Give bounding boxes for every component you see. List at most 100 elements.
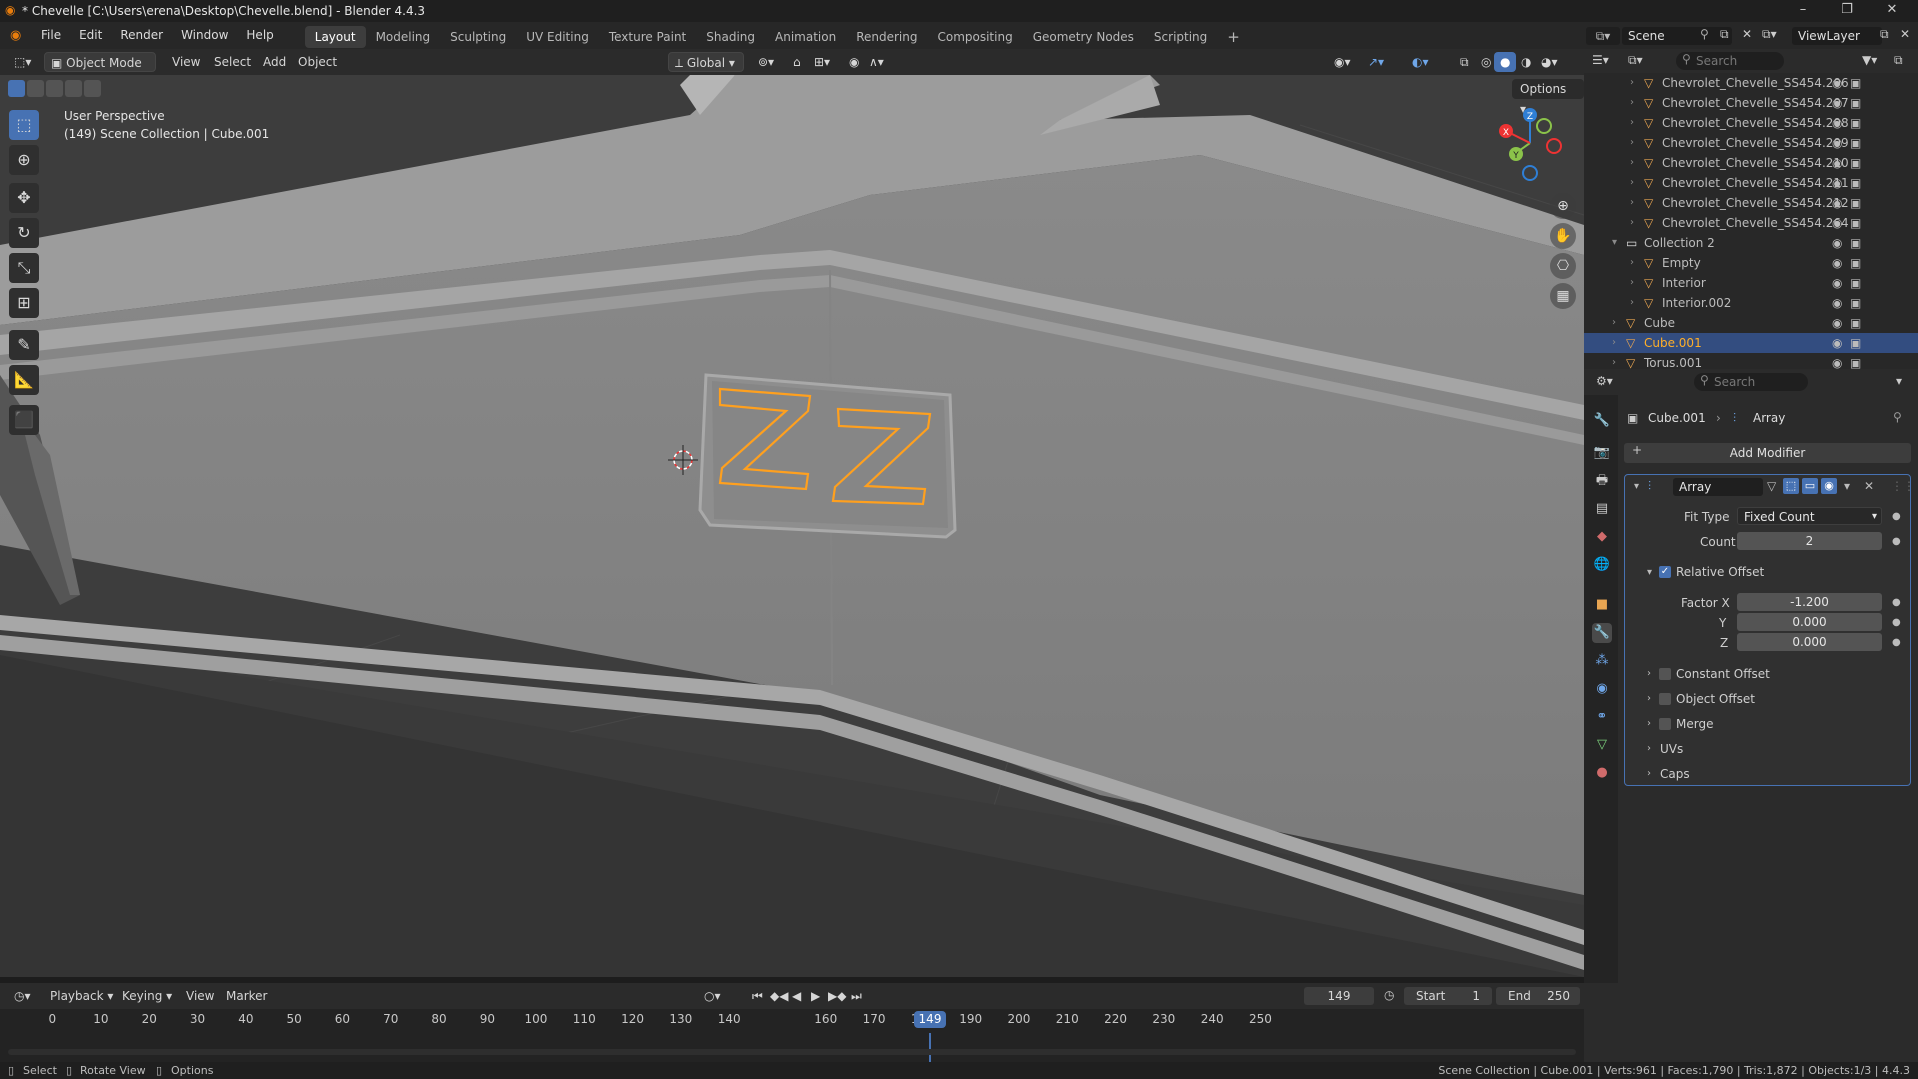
mode-dropdown[interactable]: ▣ Object Mode ▾ [44,52,156,90]
outliner-search-input[interactable]: Search [1676,52,1784,70]
merge-expand-icon[interactable]: › [1647,718,1651,729]
move-tool-icon[interactable]: ✥ [9,183,39,213]
realtime-display-icon[interactable]: ▭ [1802,478,1818,494]
auto-keying-icon[interactable]: ○▾ [698,986,727,1006]
zoom-icon[interactable]: ⊕ [1550,193,1576,219]
workspace-tab-geometry-nodes[interactable]: Geometry Nodes [1023,26,1144,48]
output-tab-icon[interactable]: 🖶 [1592,471,1612,491]
visibility-eye-icon[interactable]: ◉ [1832,113,1842,133]
end-frame-field[interactable]: End 250 [1496,987,1580,1005]
options-dropdown[interactable]: Options ▾ [1512,79,1584,116]
constant-offset-checkbox[interactable] [1659,668,1671,680]
pin-properties-icon[interactable]: ⚲ [1893,410,1902,424]
visibility-icon[interactable]: ◉▾ [1328,52,1357,72]
select-invert-icon[interactable] [65,80,82,97]
drag-handle-icon[interactable]: ⋮⋮ [1891,479,1915,493]
visibility-eye-icon[interactable]: ◉ [1832,193,1842,213]
visibility-eye-icon[interactable]: ◉ [1832,153,1842,173]
render-tab-icon[interactable]: 📷 [1592,443,1612,463]
render-camera-icon[interactable]: ▣ [1850,353,1861,369]
outliner-row[interactable]: › ▽ Chevrolet_Chevelle_SS454.212 ◉ ▣ [1584,193,1918,213]
constraints-tab-icon[interactable]: ⚭ [1592,707,1612,727]
preview-range-icon[interactable]: ◷ [1384,988,1394,1002]
outliner-row[interactable]: › ▽ Chevrolet_Chevelle_SS454.209 ◉ ▣ [1584,133,1918,153]
data-tab-icon[interactable]: ▽ [1592,735,1612,755]
workspace-tab-scripting[interactable]: Scripting [1144,26,1217,48]
expand-arrow-icon[interactable]: › [1630,73,1634,93]
visibility-eye-icon[interactable]: ◉ [1832,233,1842,253]
select-new-icon[interactable] [8,80,25,97]
scene-icon[interactable]: ⧉▾ [1586,27,1620,45]
expand-arrow-icon[interactable]: › [1630,93,1634,113]
view-layer-tab-icon[interactable]: ▤ [1592,499,1612,519]
workspace-tab-modeling[interactable]: Modeling [366,26,441,48]
properties-search-input[interactable]: Search [1694,373,1808,391]
workspace-tab-shading[interactable]: Shading [696,26,765,48]
rendered-shading-icon[interactable]: ◕▾ [1535,52,1564,72]
select-box-tool-icon[interactable]: ⬚ [9,110,39,140]
edit-mode-cage-icon[interactable]: ▽ [1767,479,1776,493]
visibility-eye-icon[interactable]: ◉ [1832,333,1842,353]
menu-object[interactable]: Object [292,52,343,72]
viewlayer-selector[interactable]: ViewLayer [1792,27,1882,45]
world-tab-icon[interactable]: 🌐 [1592,555,1612,575]
factor-y-field[interactable]: 0.000 [1737,613,1882,631]
factor-x-field[interactable]: -1.200 [1737,593,1882,611]
remove-modifier-icon[interactable]: ✕ [1864,479,1874,493]
jump-end-icon[interactable]: ⏭ [845,986,868,1006]
factor-z-keyframe-dot[interactable]: ● [1892,637,1901,648]
delete-viewlayer-icon[interactable]: ✕ [1900,27,1910,41]
blender-menu-icon[interactable]: ◉ [10,28,32,43]
fit-type-keyframe-dot[interactable]: ● [1892,511,1901,522]
outliner-row[interactable]: › ▽ Chevrolet_Chevelle_SS454.264 ◉ ▣ [1584,213,1918,233]
display-mode-icon[interactable]: ⧉▾ [1628,53,1643,68]
minimize-icon[interactable]: – [1783,0,1823,22]
object-offset-checkbox[interactable] [1659,693,1671,705]
visibility-eye-icon[interactable]: ◉ [1832,93,1842,113]
add-modifier-button[interactable]: Add Modifier [1624,443,1911,463]
visibility-eye-icon[interactable]: ◉ [1832,273,1842,293]
factor-y-keyframe-dot[interactable]: ● [1892,617,1901,628]
render-camera-icon[interactable]: ▣ [1850,333,1861,353]
expand-arrow-icon[interactable]: › [1630,253,1634,273]
expand-arrow-icon[interactable]: › [1612,353,1616,369]
edit-mode-icon[interactable]: ⬚ [1783,478,1799,494]
timeline-track[interactable]: 0 10 20 30 40 50 60 70 80 90 100 110 120 130 140 160 170… [0,1009,1584,1062]
timeline-view-menu[interactable]: View [180,986,220,1006]
overlays-icon[interactable]: ◐▾ [1406,52,1435,72]
object-tab-icon[interactable]: ■ [1592,595,1612,615]
visibility-eye-icon[interactable]: ◉ [1832,133,1842,153]
physics-tab-icon[interactable]: ◉ [1592,679,1612,699]
menu-render[interactable]: Render [111,22,172,49]
relative-offset-checkbox[interactable]: ✓ [1659,566,1671,578]
outliner-row[interactable]: › ▽ Torus.001 ◉ ▣ [1584,353,1918,369]
xray-icon[interactable]: ⧉ [1454,52,1475,72]
render-camera-icon[interactable]: ▣ [1850,193,1861,213]
visibility-eye-icon[interactable]: ◉ [1832,293,1842,313]
viewlayer-icon[interactable]: ⧉▾ [1762,27,1777,42]
ortho-grid-icon[interactable]: ▦ [1550,283,1576,309]
visibility-eye-icon[interactable]: ◉ [1832,313,1842,333]
visibility-eye-icon[interactable]: ◉ [1832,73,1842,93]
pin-icon[interactable]: ⚲ [1700,27,1709,41]
visibility-eye-icon[interactable]: ◉ [1832,213,1842,233]
marker-menu[interactable]: Marker [220,986,273,1006]
camera-view-icon[interactable]: ⎔ [1550,253,1576,279]
expand-arrow-icon[interactable]: ▾ [1612,233,1617,253]
render-camera-icon[interactable]: ▣ [1850,253,1861,273]
menu-help[interactable]: Help [237,22,282,49]
relative-offset-collapse-icon[interactable]: ▾ [1647,567,1652,578]
menu-edit[interactable]: Edit [70,22,111,49]
expand-arrow-icon[interactable]: › [1630,293,1634,313]
merge-checkbox[interactable] [1659,718,1671,730]
factor-x-keyframe-dot[interactable]: ● [1892,597,1901,608]
solid-shading-icon[interactable]: ● [1494,52,1517,72]
tool-tab-icon[interactable]: 🔧 [1592,411,1612,431]
workspace-tab-rendering[interactable]: Rendering [846,26,927,48]
particles-tab-icon[interactable]: ⁂ [1592,651,1612,671]
scene-selector[interactable]: Scene [1622,27,1732,45]
expand-arrow-icon[interactable]: › [1630,133,1634,153]
expand-arrow-icon[interactable]: › [1630,273,1634,293]
outliner-row[interactable]: › ▽ Chevrolet_Chevelle_SS454.208 ◉ ▣ [1584,113,1918,133]
render-camera-icon[interactable]: ▣ [1850,173,1861,193]
